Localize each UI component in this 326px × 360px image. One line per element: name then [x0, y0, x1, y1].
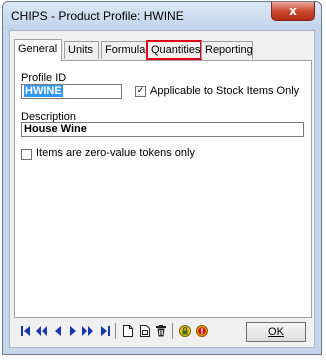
copy-record-button[interactable]: [138, 323, 152, 339]
profile-id-value: HWINE: [24, 85, 63, 97]
window-title: CHIPS - Product Profile: HWINE: [11, 9, 184, 23]
previous-record-button[interactable]: [51, 323, 65, 339]
record-toolbar: OK: [14, 319, 312, 345]
first-record-button[interactable]: [18, 323, 32, 339]
previous-record-icon: [55, 326, 61, 336]
lock-icon: [179, 325, 191, 337]
delete-record-icon: [156, 325, 166, 337]
tab-quantities[interactable]: Quantities: [146, 40, 202, 60]
tab-quantities-label: Quantities: [151, 44, 201, 56]
profile-id-field[interactable]: HWINE: [21, 84, 122, 99]
tab-reporting-label: Reporting: [205, 44, 253, 56]
stock-items-checkbox[interactable]: ✓: [135, 86, 146, 97]
status-bar: [9, 348, 315, 354]
previous-page-icon: [35, 326, 47, 336]
last-record-icon: [100, 326, 110, 336]
new-record-icon: [123, 325, 133, 337]
lock-button[interactable]: [178, 323, 192, 339]
delete-record-button[interactable]: [154, 323, 168, 339]
stock-items-label: Applicable to Stock Items Only: [150, 85, 300, 97]
copy-record-icon: [139, 325, 150, 337]
next-record-icon: [70, 326, 76, 336]
alert-button[interactable]: [195, 323, 209, 339]
close-button[interactable]: x: [271, 2, 315, 21]
next-page-button[interactable]: [80, 323, 94, 339]
last-record-button[interactable]: [98, 323, 112, 339]
close-icon: x: [289, 4, 297, 18]
next-record-button[interactable]: [66, 323, 80, 339]
ok-button-label: OK: [268, 326, 284, 338]
description-value: House Wine: [24, 123, 87, 135]
next-page-icon: [81, 326, 93, 336]
toolbar-separator: [115, 323, 116, 339]
profile-id-label: Profile ID: [21, 72, 67, 84]
tab-units[interactable]: Units: [64, 41, 99, 59]
previous-page-button[interactable]: [34, 323, 48, 339]
description-field[interactable]: House Wine: [21, 122, 304, 137]
product-profile-window: CHIPS - Product Profile: HWINE x General…: [2, 1, 322, 355]
first-record-icon: [20, 326, 30, 336]
tab-reporting[interactable]: Reporting: [201, 41, 253, 59]
tab-formulae-label: Formulae: [105, 44, 152, 56]
toolbar-separator: [172, 323, 173, 339]
general-tab-panel: Profile ID HWINE ✓ Applicable to Stock I…: [14, 60, 312, 318]
new-record-button[interactable]: [121, 323, 135, 339]
zero-value-label: Items are zero-value tokens only: [36, 147, 195, 159]
title-bar[interactable]: CHIPS - Product Profile: HWINE x: [3, 2, 321, 30]
checkmark-icon: ✓: [136, 86, 145, 96]
tab-strip: General Units Formulae Quantities Report…: [14, 39, 312, 61]
tab-general[interactable]: General: [14, 39, 62, 61]
alert-icon: [196, 325, 208, 337]
zero-value-checkbox[interactable]: [21, 149, 32, 160]
tab-formulae[interactable]: Formulae: [101, 41, 151, 59]
tab-general-label: General: [18, 43, 58, 55]
dialog-body: General Units Formulae Quantities Report…: [9, 30, 315, 348]
tab-units-label: Units: [68, 44, 94, 56]
ok-button[interactable]: OK: [246, 322, 306, 342]
